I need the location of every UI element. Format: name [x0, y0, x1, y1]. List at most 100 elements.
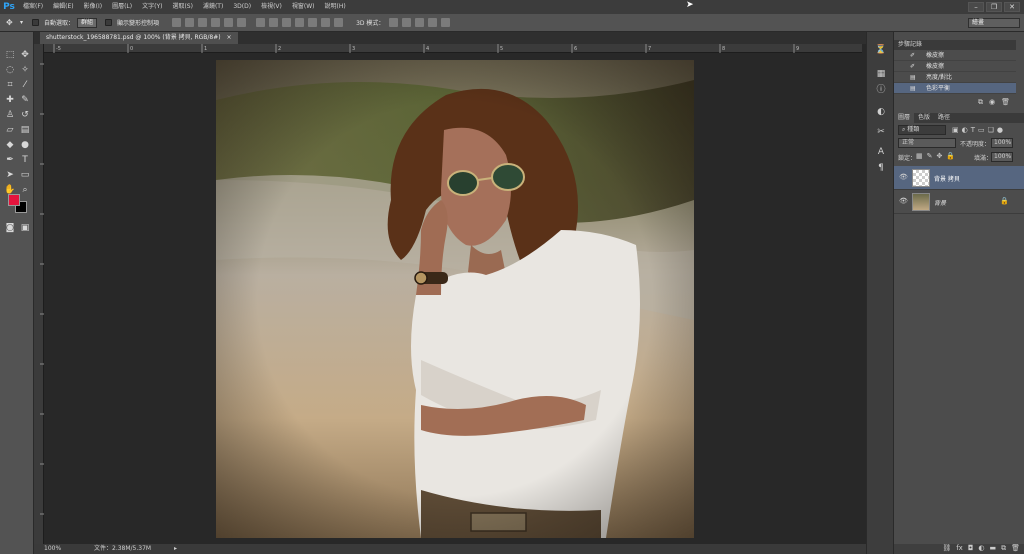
- align-right-icon[interactable]: [237, 18, 247, 27]
- file-info[interactable]: 文件：2.38M/5.37M: [94, 544, 151, 554]
- menu-item[interactable]: 檢視(V): [256, 0, 287, 14]
- close-window-button[interactable]: ✕: [1004, 2, 1020, 12]
- menu-item[interactable]: 說明(H): [320, 0, 351, 14]
- zoom-level[interactable]: 100%: [44, 544, 61, 554]
- lock-position-icon[interactable]: ✥: [937, 152, 943, 160]
- new-group-icon[interactable]: ▬: [989, 544, 996, 554]
- delete-state-icon[interactable]: 🗑: [1001, 98, 1010, 106]
- document-image[interactable]: [216, 60, 694, 538]
- layer-name[interactable]: 背景: [934, 198, 946, 207]
- layer-row[interactable]: 👁 背景 🔒: [894, 190, 1024, 214]
- navigator-panel-icon[interactable]: ▦: [875, 68, 887, 80]
- align-top-icon[interactable]: [172, 18, 182, 27]
- layer-row-selected[interactable]: 👁 背景 拷貝: [894, 166, 1024, 190]
- menu-item[interactable]: 編輯(E): [48, 0, 78, 14]
- roll-3d-icon[interactable]: [402, 18, 412, 27]
- rotate-3d-icon[interactable]: [389, 18, 399, 27]
- restore-button[interactable]: ❐: [986, 2, 1002, 12]
- dodge-tool-icon[interactable]: ●: [19, 139, 31, 151]
- opacity-input[interactable]: 100%: [991, 138, 1013, 148]
- healing-brush-tool-icon[interactable]: ✚: [4, 94, 16, 106]
- fill-input[interactable]: 100%: [991, 152, 1013, 162]
- visibility-eye-icon[interactable]: 👁: [899, 173, 908, 181]
- workspace-dropdown[interactable]: 繪畫: [968, 17, 1020, 28]
- lock-transparent-icon[interactable]: ▦: [916, 152, 923, 160]
- auto-select-dropdown[interactable]: 群組: [77, 17, 98, 28]
- snapshot-icon[interactable]: ◉: [989, 98, 995, 106]
- document-tab[interactable]: shutterstock_196588781.psd @ 100% (背景 拷貝…: [40, 32, 238, 44]
- slide-3d-icon[interactable]: [428, 18, 438, 27]
- new-document-from-state-icon[interactable]: ⧉: [978, 98, 983, 107]
- new-adjustment-icon[interactable]: ◐: [978, 544, 984, 554]
- new-layer-icon[interactable]: ⧉: [1001, 544, 1006, 554]
- show-transform-checkbox[interactable]: [105, 19, 113, 26]
- blur-tool-icon[interactable]: ◆: [4, 139, 16, 151]
- lock-all-icon[interactable]: 🔒: [946, 152, 955, 160]
- path-selection-tool-icon[interactable]: ➤: [4, 169, 16, 181]
- lasso-tool-icon[interactable]: ◌: [4, 64, 16, 76]
- info-panel-icon[interactable]: ⓘ: [875, 84, 887, 96]
- delete-layer-icon[interactable]: 🗑: [1011, 544, 1020, 554]
- move-tool-dropdown[interactable]: ▾: [20, 19, 23, 26]
- layer-style-icon[interactable]: fx: [956, 544, 963, 554]
- menu-item[interactable]: 圖層(L): [107, 0, 137, 14]
- paragraph-panel-icon[interactable]: ¶: [875, 162, 887, 174]
- lock-image-icon[interactable]: ✎: [927, 152, 933, 160]
- magic-wand-tool-icon[interactable]: ✧: [19, 64, 31, 76]
- distribute-bottom-icon[interactable]: [282, 18, 292, 27]
- eyedropper-tool-icon[interactable]: ⁄: [19, 79, 31, 91]
- layer-name[interactable]: 背景 拷貝: [934, 174, 960, 183]
- auto-select-checkbox[interactable]: [32, 19, 40, 26]
- filter-pixel-icon[interactable]: ▣: [952, 126, 959, 134]
- history-brush-tool-icon[interactable]: ↺: [19, 109, 31, 121]
- history-item[interactable]: ✐ 橡皮擦: [894, 50, 1016, 61]
- canvas-area[interactable]: [44, 53, 862, 544]
- crop-tool-icon[interactable]: ⌗: [4, 79, 16, 91]
- tool-presets-icon[interactable]: ✂: [875, 126, 887, 138]
- history-item[interactable]: ✐ 橡皮擦: [894, 61, 1016, 72]
- layer-filter-dropdown[interactable]: ⌕ 種類: [898, 125, 946, 135]
- filter-type-icon[interactable]: T: [971, 126, 975, 134]
- eraser-tool-icon[interactable]: ▱: [4, 124, 16, 136]
- character-panel-icon[interactable]: A: [875, 146, 887, 158]
- filter-smart-icon[interactable]: ❏: [988, 126, 994, 134]
- visibility-eye-icon[interactable]: 👁: [899, 197, 908, 205]
- document-tab-close-icon[interactable]: ×: [227, 34, 232, 41]
- foreground-color-swatch-top[interactable]: [8, 194, 20, 206]
- tab-paths[interactable]: 路徑: [934, 113, 954, 123]
- pen-tool-icon[interactable]: ✒: [4, 154, 16, 166]
- align-hcenter-icon[interactable]: [224, 18, 234, 27]
- distribute-left-icon[interactable]: [295, 18, 305, 27]
- tab-channels[interactable]: 色版: [914, 113, 934, 123]
- distribute-vcenter-icon[interactable]: [269, 18, 279, 27]
- clone-stamp-tool-icon[interactable]: ♙: [4, 109, 16, 121]
- history-item-selected[interactable]: ▤ 色彩平衡: [894, 83, 1016, 94]
- brush-tool-icon[interactable]: ✎: [19, 94, 31, 106]
- align-vcenter-icon[interactable]: [185, 18, 195, 27]
- history-panel-title[interactable]: 步驟記錄: [898, 41, 922, 48]
- history-panel-icon[interactable]: ⏳: [875, 44, 887, 56]
- menu-item[interactable]: 文字(Y): [137, 0, 167, 14]
- align-bottom-icon[interactable]: [198, 18, 208, 27]
- tab-layers[interactable]: 圖層: [894, 113, 915, 123]
- move-tool-icon[interactable]: ✥: [6, 18, 15, 27]
- status-arrow-icon[interactable]: ▸: [174, 544, 177, 554]
- menu-item[interactable]: 影像(I): [79, 0, 107, 14]
- menu-item[interactable]: 選取(S): [167, 0, 198, 14]
- history-item[interactable]: ▤ 亮度/對比: [894, 72, 1016, 83]
- filter-shape-icon[interactable]: ▭: [978, 126, 985, 134]
- menu-item[interactable]: 濾鏡(T): [198, 0, 228, 14]
- filter-toggle-icon[interactable]: ●: [997, 126, 1003, 134]
- move-tool-icon[interactable]: ✥: [19, 49, 31, 61]
- filter-adjustment-icon[interactable]: ◐: [962, 126, 968, 134]
- screen-mode-icon[interactable]: ▣: [19, 222, 31, 234]
- drag-3d-icon[interactable]: [415, 18, 425, 27]
- menu-item[interactable]: 3D(D): [228, 0, 256, 14]
- marquee-tool-icon[interactable]: ⬚: [4, 49, 16, 61]
- type-tool-icon[interactable]: T: [19, 154, 31, 166]
- menu-item[interactable]: 視窗(W): [287, 0, 320, 14]
- gradient-tool-icon[interactable]: ▤: [19, 124, 31, 136]
- blend-mode-dropdown[interactable]: 正常: [898, 138, 956, 148]
- menu-item[interactable]: 檔案(F): [18, 0, 48, 14]
- minimize-button[interactable]: –: [968, 2, 984, 12]
